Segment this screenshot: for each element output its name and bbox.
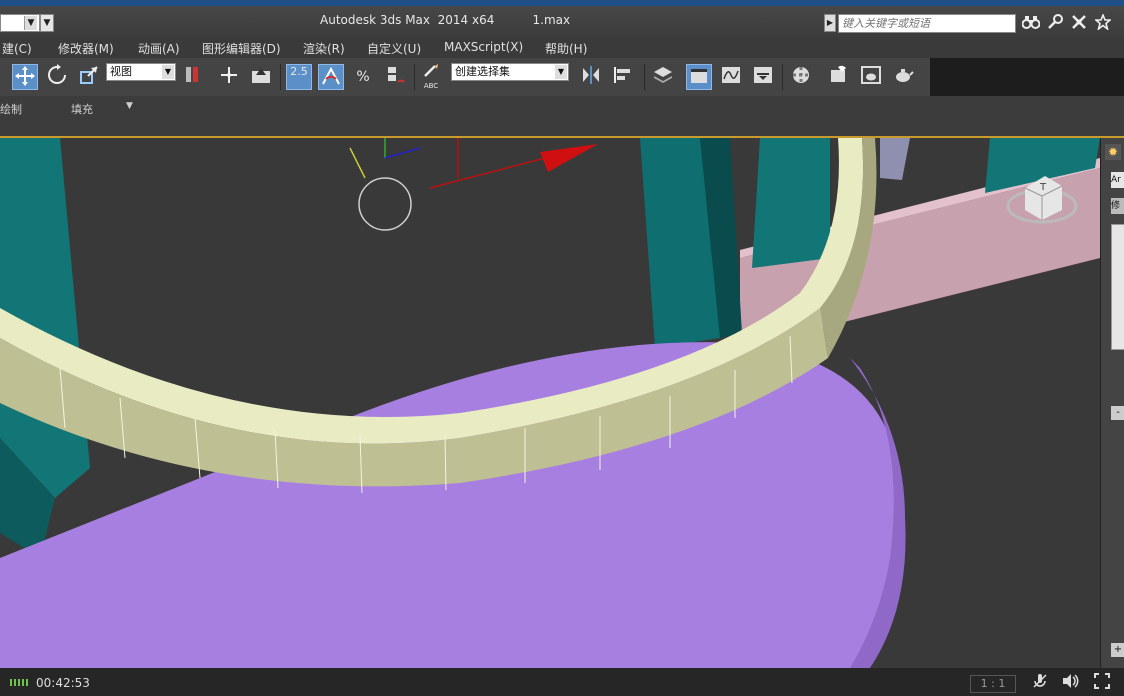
move-icon xyxy=(15,66,35,86)
quick-access-customize-button[interactable]: ▼ xyxy=(40,14,54,32)
teapot-frame-icon xyxy=(861,66,881,84)
scene-explorer-button[interactable] xyxy=(686,64,712,90)
video-status-bar: 00:42:53 1 : 1 xyxy=(0,668,1124,696)
rotate-icon xyxy=(48,64,66,84)
toolbar-divider xyxy=(414,64,415,90)
mic-muted-icon[interactable] xyxy=(1030,673,1050,693)
pencil-icon xyxy=(424,64,438,77)
manipulate-button[interactable] xyxy=(216,64,242,90)
search-expand-button[interactable]: ▶ xyxy=(824,14,836,32)
schematic-view-button[interactable] xyxy=(750,64,776,90)
align-button[interactable] xyxy=(610,64,636,90)
toolbar-divider xyxy=(644,64,645,90)
satellite-icon[interactable] xyxy=(1068,14,1090,34)
select-and-rotate-button[interactable] xyxy=(44,64,70,90)
ribbon-tab-fill[interactable]: 填充 xyxy=(71,101,93,117)
ribbon-toggle-button[interactable]: ▼ xyxy=(126,101,133,111)
sun-icon[interactable]: ✹ xyxy=(1105,144,1121,160)
reference-coordinate-value: 视图 xyxy=(110,65,132,78)
material-editor-button[interactable] xyxy=(788,64,814,90)
menu-bar: 建(C) 修改器(M) 动画(A) 图形编辑器(D) 渲染(R) 自定义(U) … xyxy=(0,38,1124,58)
window-top-strip xyxy=(0,0,1124,6)
menu-help[interactable]: 帮助(H) xyxy=(545,40,587,57)
menu-customize[interactable]: 自定义(U) xyxy=(367,40,421,57)
fullscreen-icon[interactable] xyxy=(1092,673,1112,693)
volume-icon[interactable] xyxy=(1060,673,1080,693)
cmdpanel-field-1[interactable]: Ar xyxy=(1111,172,1124,188)
named-selection-set-select[interactable]: 创建选择集 ▼ xyxy=(451,63,569,81)
spinner-snap-button[interactable] xyxy=(382,64,408,90)
reference-coordinate-select[interactable]: 视图 ▼ xyxy=(106,63,176,81)
manipulate-icon xyxy=(221,67,237,83)
teapot-icon xyxy=(896,69,914,82)
abc-label: ABC xyxy=(423,82,439,90)
command-panel: ✹ Ar 修 - + xyxy=(1100,138,1124,668)
scene-explorer-icon xyxy=(691,69,707,83)
mirror-icon xyxy=(583,66,599,84)
viewport-scene[interactable]: T xyxy=(0,138,1100,668)
align-icon xyxy=(614,67,630,83)
aspect-ratio-button[interactable]: 1 : 1 xyxy=(970,675,1016,693)
spinner-snap-icon xyxy=(388,67,405,83)
rendered-frame-window-button[interactable] xyxy=(858,64,884,90)
select-and-scale-button[interactable] xyxy=(76,64,102,90)
pivot-point-button[interactable] xyxy=(180,64,206,90)
angle-snap-icon xyxy=(322,66,340,85)
upload-icon xyxy=(252,68,270,83)
render-setup-button[interactable] xyxy=(826,64,852,90)
angle-snap-button[interactable] xyxy=(318,64,344,90)
chevron-down-icon: ▼ xyxy=(162,65,174,79)
main-toolbar: 视图 ▼ 2.5 % ABC 创建选择集 ▼ xyxy=(0,58,930,97)
rollout-plus-button[interactable]: + xyxy=(1111,643,1124,657)
binoculars-icon[interactable] xyxy=(1020,14,1042,34)
menu-create[interactable]: 建(C) xyxy=(2,40,32,57)
star-icon[interactable] xyxy=(1092,12,1114,34)
layer-manager-button[interactable] xyxy=(650,64,676,90)
percent-snap-button[interactable]: % xyxy=(350,64,376,90)
render-production-button[interactable] xyxy=(890,64,916,90)
mirror-button[interactable] xyxy=(578,64,604,90)
ribbon-tab-draw[interactable]: 绘制 xyxy=(0,101,22,117)
rollout-minus-button[interactable]: - xyxy=(1111,406,1124,420)
ribbon: 绘制 填充 ▼ xyxy=(0,96,1124,138)
render-setup-icon xyxy=(831,65,846,82)
chevron-down-icon: ▼ xyxy=(555,65,567,79)
percent-label: % xyxy=(356,69,370,85)
search-input[interactable] xyxy=(838,14,1016,33)
menu-animation[interactable]: 动画(A) xyxy=(138,40,180,57)
layers-icon xyxy=(654,67,672,83)
toolbar-divider xyxy=(280,64,281,90)
cmdpanel-field-2[interactable]: 修 xyxy=(1111,198,1124,214)
menu-maxscript[interactable]: MAXScript(X) xyxy=(444,40,523,54)
edit-named-selection-button[interactable]: ABC xyxy=(418,64,444,90)
curve-editor-icon xyxy=(722,67,740,83)
window-title: Autodesk 3ds Max 2014 x64 1.max xyxy=(320,13,571,27)
snap-label: 2.5 xyxy=(290,65,308,78)
quick-access-dropdown[interactable]: ▼ xyxy=(0,14,40,32)
menu-rendering[interactable]: 渲染(R) xyxy=(303,40,345,57)
material-sphere-icon xyxy=(793,67,809,83)
elapsed-time: 00:42:53 xyxy=(36,676,90,690)
signal-icon xyxy=(10,679,30,686)
viewcube-face-label: T xyxy=(1039,182,1047,193)
keyboard-shortcut-override-button[interactable] xyxy=(248,64,274,90)
pivot-icon xyxy=(186,67,198,82)
menu-modifiers[interactable]: 修改器(M) xyxy=(58,40,114,57)
perspective-viewport[interactable]: T xyxy=(0,138,1100,668)
curve-editor-button[interactable] xyxy=(718,64,744,90)
snap-toggle-button[interactable]: 2.5 xyxy=(286,64,312,90)
schematic-icon xyxy=(754,67,772,83)
scale-icon xyxy=(80,66,98,84)
key-icon[interactable] xyxy=(1044,14,1066,34)
modifier-stack-list[interactable] xyxy=(1111,224,1124,350)
menu-graph-editors[interactable]: 图形编辑器(D) xyxy=(202,40,281,57)
teal-pillar-right xyxy=(752,138,830,268)
select-and-move-button[interactable] xyxy=(12,64,38,90)
title-bar: ▼ ▼ Autodesk 3ds Max 2014 x64 1.max ▶ xyxy=(0,0,1124,39)
toolbar-divider xyxy=(782,64,783,90)
named-selection-value: 创建选择集 xyxy=(455,65,510,78)
chevron-down-icon: ▼ xyxy=(24,16,37,30)
